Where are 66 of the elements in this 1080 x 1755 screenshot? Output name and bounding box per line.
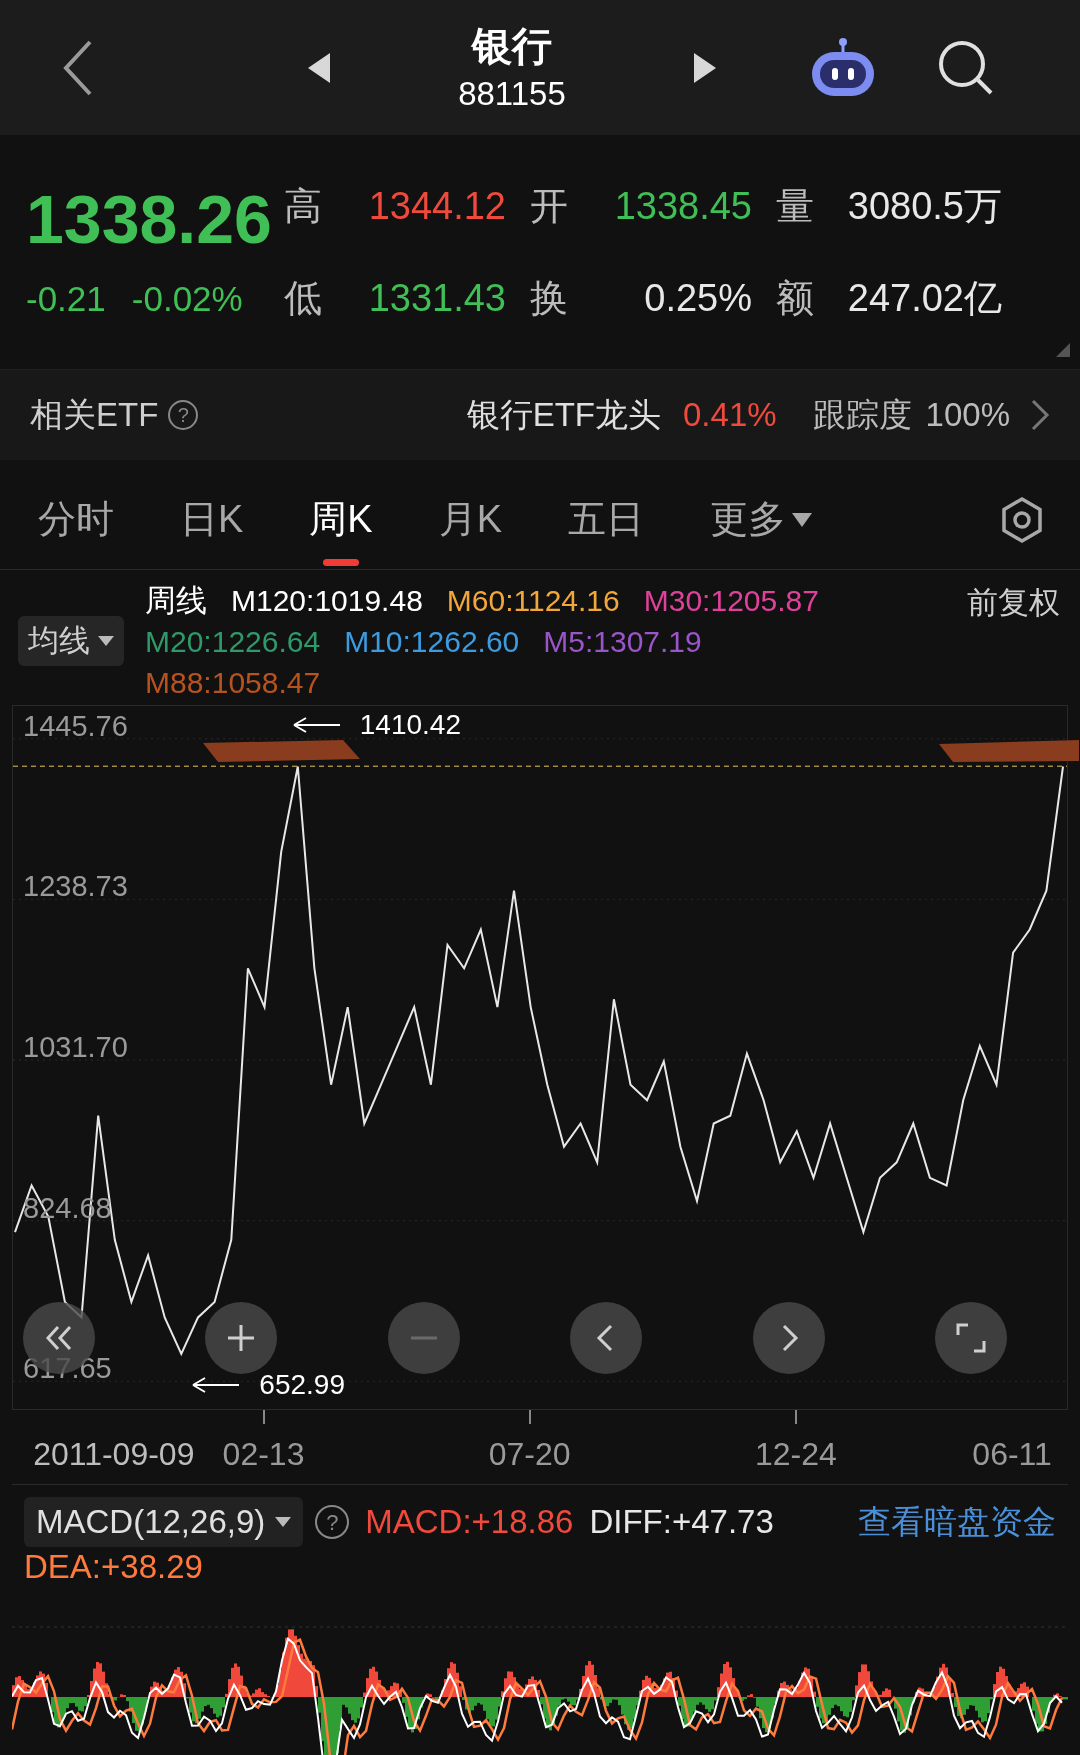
price-adjust-label[interactable]: 前复权 (967, 580, 1060, 627)
field-value: 3080.5万 (846, 184, 1003, 229)
help-icon[interactable]: ? (315, 1505, 350, 1539)
annotation-label: 652.99 (259, 1367, 345, 1402)
tracking-label: 跟踪度 (812, 395, 912, 436)
field-label: 低 (284, 276, 323, 321)
price-change: -0.21 (26, 277, 106, 320)
field-label: 额 (776, 276, 815, 321)
expand-corner-icon[interactable] (1056, 343, 1070, 357)
field-value: 1338.45 (613, 184, 753, 229)
field-label: 换 (530, 276, 569, 321)
page-title: 银行 (472, 22, 552, 70)
caret-down-icon (792, 512, 813, 527)
moving-average-value: M60:1124.16 (446, 583, 620, 619)
x-axis-label: 12-24 (754, 1435, 837, 1474)
etf-row[interactable]: 相关ETF ? 银行ETF龙头 0.41% 跟踪度 100% (0, 370, 1080, 460)
field-value: 0.25% (643, 276, 753, 321)
dark-pool-link[interactable]: 查看暗盘资金 (858, 1497, 1056, 1547)
x-axis-label: 02-13 (222, 1435, 305, 1474)
moving-average-value: M30:1205.87 (643, 583, 819, 619)
chart-tab[interactable]: 五日 (568, 469, 645, 570)
chart-tab[interactable]: 日K (180, 469, 244, 570)
etf-name: 银行ETF龙头 (466, 395, 661, 436)
left-arrow-icon (291, 715, 342, 735)
caret-down-icon (98, 636, 114, 646)
tracking-value: 100% (925, 395, 1010, 436)
field-value: 1344.12 (367, 184, 507, 229)
caret-down-icon (275, 1517, 292, 1527)
period-label: 周线 (145, 582, 207, 620)
left-arrow-icon (191, 1374, 242, 1395)
y-axis-label: 1031.70 (23, 1030, 128, 1066)
price-change-percent: -0.02% (131, 277, 243, 320)
field-value: 1331.43 (367, 276, 507, 321)
next-icon[interactable] (692, 50, 718, 85)
field-label: 高 (284, 184, 323, 229)
etf-label: 相关ETF (30, 395, 159, 436)
chart-tab[interactable]: 更多 (710, 469, 813, 570)
moving-average-value: M20:1226.64 (145, 624, 321, 660)
x-axis-label: 06-11 (972, 1435, 1052, 1474)
x-axis-label: 2011-09-09 (33, 1435, 195, 1474)
field-value: 247.02亿 (846, 276, 1003, 321)
chevron-right-icon (1030, 398, 1050, 432)
y-axis-label: 617.65 (23, 1351, 112, 1387)
etf-change: 0.41% (683, 395, 777, 436)
dea-value: DEA:+38.29 (24, 1548, 203, 1585)
chart-tab[interactable]: 分时 (38, 469, 114, 570)
indicator-selector[interactable]: MACD(12,26,9) (24, 1497, 304, 1547)
moving-average-value: M120:1019.48 (231, 583, 423, 619)
chart-tab[interactable]: 月K (438, 469, 503, 570)
moving-average-value: M10:1262.60 (344, 624, 520, 660)
indicator-dropdown[interactable]: 均线 (18, 616, 124, 666)
field-label: 开 (530, 184, 569, 229)
y-axis-label: 1445.76 (23, 708, 128, 744)
annotation-label: 1410.42 (359, 708, 461, 742)
moving-average-value: M88:1058.47 (145, 665, 321, 701)
stock-code: 881155 (458, 73, 566, 114)
current-price: 1338.26 (26, 179, 273, 259)
help-icon[interactable]: ? (168, 400, 199, 430)
previous-icon[interactable] (306, 50, 332, 85)
macd-value: MACD:+18.86 (365, 1502, 574, 1543)
chart-tab[interactable]: 周K (309, 469, 373, 570)
moving-average-value: M5:1307.19 (543, 624, 702, 660)
y-axis-label: 1238.73 (23, 869, 128, 905)
x-axis-label: 07-20 (488, 1435, 571, 1474)
diff-value: DIFF:+47.73 (589, 1502, 774, 1543)
field-label: 量 (776, 184, 815, 229)
